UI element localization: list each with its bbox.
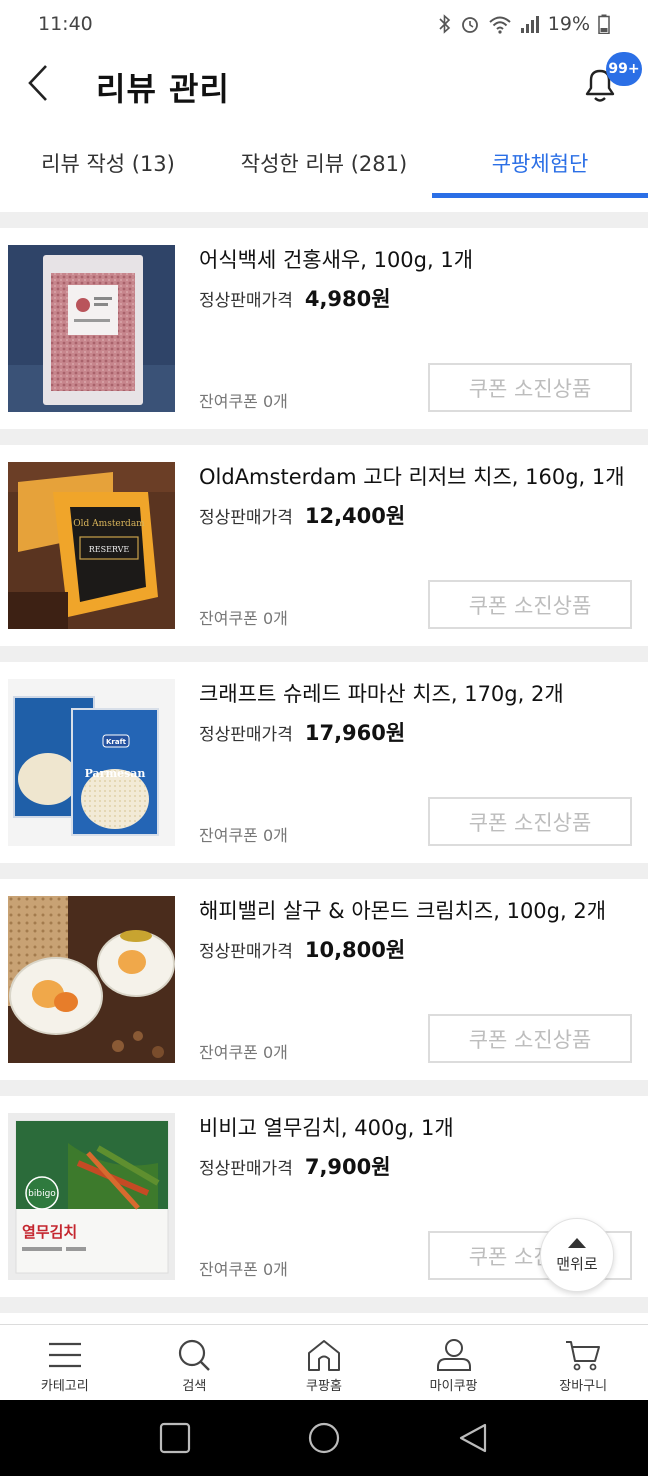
product-image [8,245,175,412]
price-label: 정상판매가격 [199,508,293,528]
menu-icon [48,1342,81,1368]
product-list: 어식백세 건홍새우, 100g, 1개 정상판매가격 4,980원 잔여쿠폰 0… [0,212,648,1313]
price-label: 정상판매가격 [199,942,293,962]
notification-badge: 99+ [606,52,642,86]
kraft-brand-text: Kraft [106,738,127,746]
scroll-top-label: 맨위로 [556,1254,598,1273]
cart-icon [566,1341,601,1371]
list-item[interactable]: Kraft Parmesan 크래프트 슈레드 파마산 치즈, 170g, 2개… [0,662,648,863]
home-system-button[interactable] [302,1416,346,1460]
signal-icon [520,16,539,33]
cheese-brand-text: Old Amsterdam [73,519,145,529]
price-row: 정상판매가격 4,980원 [199,283,391,313]
recent-apps-button[interactable] [153,1416,197,1460]
product-name[interactable]: OldAmsterdam 고다 리저브 치즈, 160g, 1개 [199,461,625,491]
app-header: 리뷰 관리 [0,48,648,122]
square-icon [159,1422,190,1454]
section-divider [0,1297,648,1313]
list-item[interactable]: Old Amsterdam RESERVE OldAmsterdam 고다 리저… [0,445,648,646]
tab-written-reviews[interactable]: 작성한 리뷰 (281) [216,128,432,198]
chevron-left-icon [28,65,47,101]
scroll-top-button[interactable]: 맨위로 [540,1218,614,1292]
product-image [8,896,175,1063]
product-name[interactable]: 비비고 열무김치, 400g, 1개 [199,1112,454,1142]
system-back-button[interactable] [451,1416,495,1460]
review-tabs: 리뷰 작성 (13) 작성한 리뷰 (281) 쿠팡체험단 [0,128,648,198]
nav-search[interactable]: 검색 [130,1325,260,1400]
nav-label: 카테고리 [40,1379,89,1394]
status-bar: 11:40 19% [0,0,648,48]
nav-label: 쿠팡홈 [306,1379,342,1394]
price-row: 정상판매가격 10,800원 [199,934,405,964]
caret-up-icon [568,1237,586,1248]
section-divider [0,646,648,662]
price-value: 17,960원 [304,721,406,745]
bibigo-brand-text: bibigo [28,1189,56,1199]
list-item[interactable]: 해피밸리 살구 & 아몬드 크림치즈, 100g, 2개 정상판매가격 10,8… [0,879,648,1080]
system-nav-bar [0,1400,648,1476]
nav-category[interactable]: 카테고리 [0,1325,130,1400]
kraft-product-text: Parmesan [85,767,146,780]
wifi-icon [489,16,511,34]
price-row: 정상판매가격 7,900원 [199,1151,391,1181]
price-value: 12,400원 [304,504,406,528]
section-divider [0,429,648,445]
price-row: 정상판매가격 17,960원 [199,717,405,747]
triangle-back-icon [460,1423,487,1453]
price-value: 10,800원 [304,938,406,962]
bibigo-product-text: 열무김치 [22,1223,77,1241]
alarm-icon [461,17,478,33]
section-divider [0,1080,648,1096]
list-item[interactable]: 어식백세 건홍새우, 100g, 1개 정상판매가격 4,980원 잔여쿠폰 0… [0,228,648,429]
nav-label: 마이쿠팡 [429,1379,478,1394]
person-icon [436,1339,471,1371]
product-name[interactable]: 크래프트 슈레드 파마산 치즈, 170g, 2개 [199,678,564,708]
remaining-coupons: 잔여쿠폰 0개 [199,826,288,845]
section-divider [0,863,648,879]
coupon-exhausted-button[interactable]: 쿠폰 소진상품 [428,1014,632,1063]
product-name[interactable]: 어식백세 건홍새우, 100g, 1개 [199,244,473,274]
home-icon [307,1340,340,1371]
coupon-exhausted-button[interactable]: 쿠폰 소진상품 [428,363,632,412]
product-image: Kraft Parmesan [8,679,175,846]
circle-icon [308,1422,340,1454]
coupon-exhausted-button[interactable]: 쿠폰 소진상품 [428,797,632,846]
nav-home[interactable]: 쿠팡홈 [259,1325,389,1400]
nav-label: 장바구니 [559,1379,608,1394]
nav-cart[interactable]: 장바구니 [518,1325,648,1400]
status-time: 11:40 [38,13,93,35]
remaining-coupons: 잔여쿠폰 0개 [199,392,288,411]
bottom-nav: 카테고리 검색 쿠팡홈 마이쿠팡 장바구니 [0,1324,648,1400]
product-name[interactable]: 해피밸리 살구 & 아몬드 크림치즈, 100g, 2개 [199,895,606,925]
battery-icon [598,14,610,34]
price-row: 정상판매가격 12,400원 [199,500,405,530]
remaining-coupons: 잔여쿠폰 0개 [199,1260,288,1279]
cheese-label-text: RESERVE [89,545,130,554]
price-label: 정상판매가격 [199,291,293,311]
battery-percent: 19% [547,13,590,35]
back-button[interactable] [18,58,58,108]
price-value: 4,980원 [304,287,391,311]
tab-coupang-experience[interactable]: 쿠팡체험단 [432,128,648,198]
product-image: bibigo 열무김치 [8,1113,175,1280]
remaining-coupons: 잔여쿠폰 0개 [199,609,288,628]
page-title: 리뷰 관리 [96,70,230,108]
status-icons: 19% [438,13,610,35]
bluetooth-icon [439,14,450,34]
price-value: 7,900원 [304,1155,391,1179]
coupon-exhausted-button[interactable]: 쿠폰 소진상품 [428,580,632,629]
price-label: 정상판매가격 [199,725,293,745]
nav-my-coupang[interactable]: 마이쿠팡 [389,1325,519,1400]
product-image: Old Amsterdam RESERVE [8,462,175,629]
tab-write-review[interactable]: 리뷰 작성 (13) [0,128,216,198]
nav-label: 검색 [182,1379,207,1394]
remaining-coupons: 잔여쿠폰 0개 [199,1043,288,1062]
search-icon [179,1339,211,1371]
section-divider [0,212,648,228]
price-label: 정상판매가격 [199,1159,293,1179]
